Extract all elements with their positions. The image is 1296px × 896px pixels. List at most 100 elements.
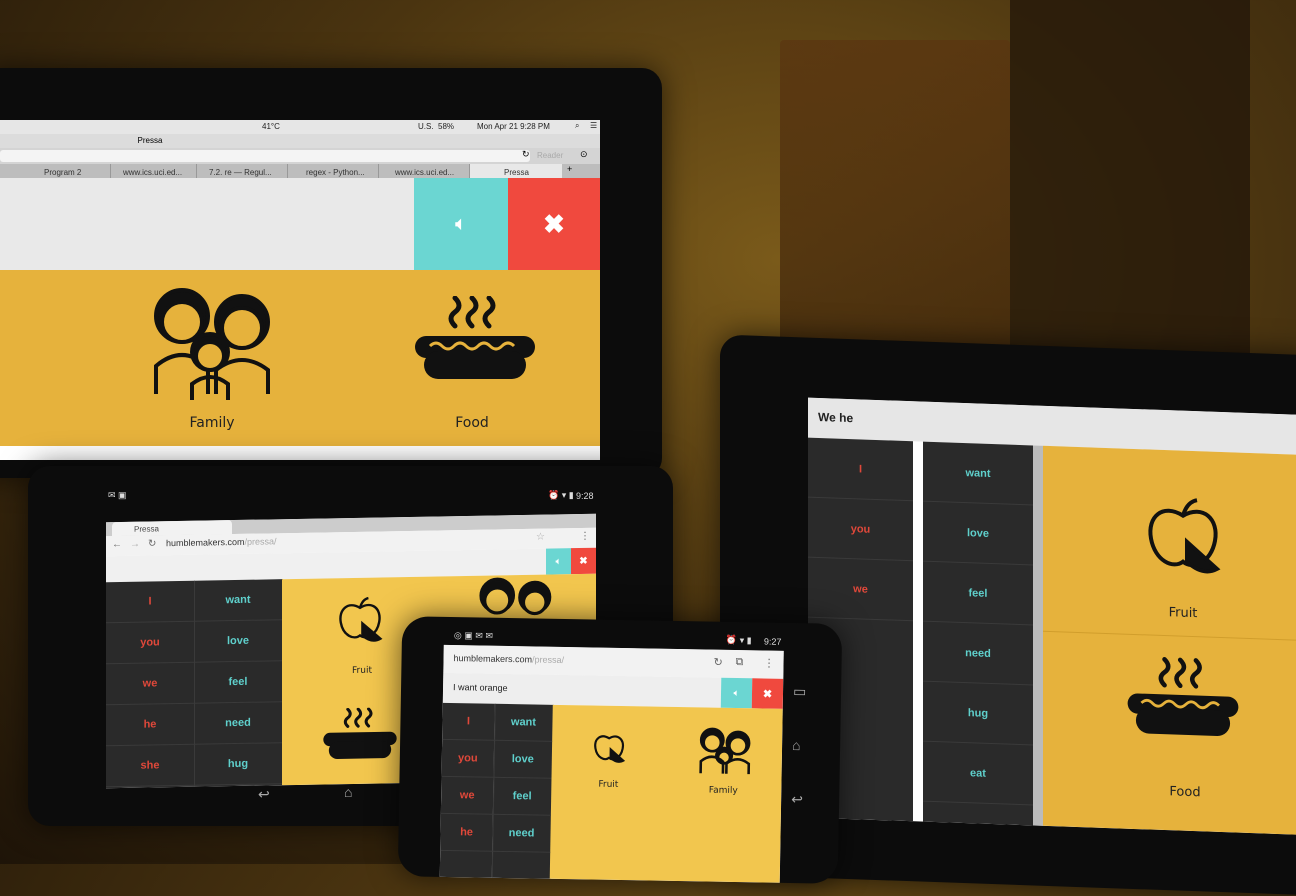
tile-label: Food [455,415,489,431]
battery: 58% [438,122,455,131]
verb-word-0[interactable]: want [923,441,1033,506]
subject-word-0[interactable]: I [808,437,913,502]
reload-icon[interactable]: ↻ [713,656,722,669]
android-nav-bar: ▭ ⌂ ↩ [791,683,823,824]
food-tile[interactable]: Food [1043,632,1296,836]
speaker-button[interactable]: 🔈︎ [414,178,508,270]
verb-word-1[interactable]: love [493,740,553,779]
fruit-tile[interactable]: Fruit [551,705,668,807]
tab-2[interactable]: www.ics.uci.ed... [111,164,197,178]
apple-icon [339,596,383,642]
subject-word-3[interactable]: he [106,703,194,747]
family-icon [699,727,751,775]
subject-word-1[interactable]: you [106,621,194,665]
notification-icons: ◎ ▣ ✉ ✉ [453,630,494,641]
speaker-button[interactable]: 🔈︎ [720,677,753,709]
verb-word-1[interactable]: love [194,620,282,663]
window-titlebar: Pressa [0,134,600,148]
close-icon: ✖ [579,555,588,567]
mac-menubar: 41°C U.S. 58% Mon Apr 21 9:28 PM ⌕ ☰ [0,120,600,134]
verb-word-4[interactable]: hug [194,743,282,786]
verb-word-3[interactable]: need [492,814,551,853]
bookmark-icon[interactable]: ☆ [536,532,545,543]
sentence-bar: I want orange [442,672,722,708]
speaker-icon: 🔈︎ [455,212,467,235]
subject-word-1[interactable]: you [441,739,495,778]
wifi-icon: ⏰ ▾ ▮ [548,490,574,500]
reload-icon[interactable]: ↻ [522,149,530,160]
subject-word-2[interactable]: we [106,662,194,706]
locale: U.S. [418,122,434,131]
speaker-button[interactable]: 🔈︎ [546,548,571,575]
family-tile[interactable]: Family [82,270,342,446]
food-tile[interactable]: Food [344,270,600,446]
back-nav-icon[interactable]: ↩ [258,786,270,803]
clock: Mon Apr 21 9:28 PM [477,122,550,131]
subject-word-0[interactable]: I [106,580,194,624]
url-path: /pressa/ [244,536,277,547]
reload-icon[interactable]: ↻ [148,538,156,549]
status-time: 9:27 [763,636,782,647]
hotdog-icon [415,296,535,379]
android-status-bar: ✉ ▣ 9:28 ⏰ ▾ ▮ [108,488,598,504]
verb-word-0[interactable]: want [194,579,282,622]
sentence-bar [0,178,414,270]
wifi-icon: ⏰ ▾ ▮ [725,634,752,646]
family-tile[interactable]: Family [666,707,783,809]
close-icon: ✖ [543,208,565,239]
back-nav-icon[interactable]: ↩ [791,791,803,808]
verb-word-2[interactable]: feel [923,561,1033,626]
clear-button[interactable]: ✖ [508,178,600,270]
menu-icon[interactable]: ⋮ [763,656,774,669]
menu-icon[interactable]: ⋮ [580,531,590,542]
tab-active[interactable]: Pressa [470,164,562,178]
verb-word-3[interactable]: need [194,702,282,745]
home-nav-icon[interactable]: ⌂ [792,737,801,753]
subject-word-0[interactable]: I [442,702,495,741]
sentence-text: We he [818,409,854,426]
verb-word-2[interactable]: feel [492,777,552,816]
tabs-icon[interactable]: ⧉ [735,656,743,669]
verb-word-1[interactable]: love [923,501,1033,566]
subject-word-1[interactable]: you [808,497,913,562]
subject-word-4[interactable]: she [106,744,194,788]
verb-word-5[interactable]: eat [923,741,1033,806]
tab-bar: Program 2 www.ics.uci.ed... 7.2. re — Re… [0,164,600,178]
search-icon[interactable]: ⌕ [575,121,579,131]
home-nav-icon[interactable]: ⌂ [344,784,352,800]
sentence-text: I want orange [452,682,508,694]
tab-5[interactable]: www.ics.uci.ed... [379,164,470,178]
tab-3[interactable]: 7.2. re — Regul... [197,164,288,178]
background-door [780,40,1010,370]
tile-label: Family [708,785,738,797]
tab-1[interactable]: Program 2 [20,164,111,178]
subject-word-2[interactable]: we [440,776,494,815]
new-tab-icon[interactable]: + [567,164,572,174]
temperature: 41°C [262,122,280,131]
forward-icon[interactable]: → [130,539,140,550]
family-icon [154,288,270,400]
fruit-tile[interactable]: Fruit [1043,445,1296,642]
url-host: humblemakers.com [453,653,533,665]
verb-word-4[interactable]: hug [923,681,1033,746]
tab-4[interactable]: regex - Python... [288,164,379,178]
address-bar[interactable] [0,150,530,162]
verb-word-2[interactable]: feel [194,661,282,704]
subject-word-3[interactable]: he [440,813,493,852]
recents-nav-icon[interactable]: ▭ [793,683,807,700]
verb-word-3[interactable]: need [923,621,1033,686]
background-pillar [1010,0,1250,380]
list-icon[interactable]: ☰ [590,121,597,130]
reader-button[interactable]: Reader [537,151,563,160]
hotdog-icon [1127,657,1239,736]
clear-button[interactable]: ✖ [751,678,784,709]
verb-word-0[interactable]: want [494,703,553,742]
url-field[interactable]: humblemakers.com/pressa/ [453,653,693,671]
tile-label: Food [1169,784,1201,801]
back-icon[interactable]: ← [112,539,122,550]
subject-word-2[interactable]: we [808,557,913,622]
extensions-icon[interactable]: ⊙ [580,149,588,160]
speaker-icon: 🔈︎ [555,555,562,567]
speaker-icon: 🔈︎ [733,687,740,699]
clear-button[interactable]: ✖ [571,547,596,575]
